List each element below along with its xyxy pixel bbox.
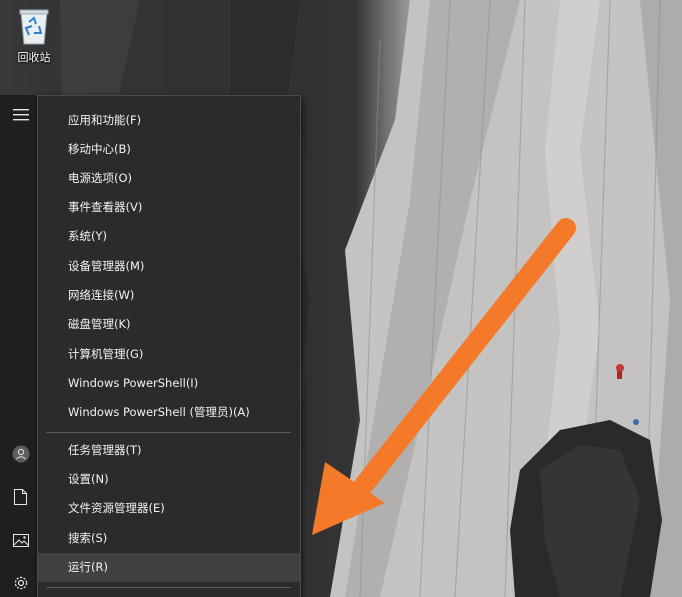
menu-item-powershell-admin[interactable]: Windows PowerShell (管理员)(A): [38, 398, 300, 427]
menu-item-mobility-center[interactable]: 移动中心(B): [38, 135, 300, 164]
documents-button[interactable]: [0, 477, 41, 517]
menu-separator: [46, 587, 291, 588]
menu-item-device-manager[interactable]: 设备管理器(M): [38, 252, 300, 281]
pictures-icon: [12, 533, 29, 547]
quick-link-menu: 应用和功能(F) 移动中心(B) 电源选项(O) 事件查看器(V) 系统(Y) …: [37, 95, 301, 597]
menu-item-disk-management[interactable]: 磁盘管理(K): [38, 310, 300, 339]
menu-item-network-connections[interactable]: 网络连接(W): [38, 281, 300, 310]
settings-button[interactable]: [0, 563, 41, 597]
menu-item-system[interactable]: 系统(Y): [38, 222, 300, 251]
menu-item-computer-management[interactable]: 计算机管理(G): [38, 340, 300, 369]
menu-item-apps-features[interactable]: 应用和功能(F): [38, 106, 300, 135]
document-icon: [14, 489, 27, 505]
recycle-bin-label: 回收站: [17, 51, 51, 64]
start-menu-rail: [0, 95, 41, 597]
menu-item-settings[interactable]: 设置(N): [38, 465, 300, 494]
hamburger-menu-button[interactable]: [0, 95, 41, 135]
menu-item-file-explorer[interactable]: 文件资源管理器(E): [38, 494, 300, 523]
menu-separator: [46, 432, 291, 433]
menu-item-event-viewer[interactable]: 事件查看器(V): [38, 193, 300, 222]
hamburger-menu-icon: [12, 109, 29, 121]
menu-item-power-options[interactable]: 电源选项(O): [38, 164, 300, 193]
recycle-bin-icon: [19, 9, 49, 45]
menu-item-search[interactable]: 搜索(S): [38, 524, 300, 553]
pictures-button[interactable]: [0, 520, 41, 560]
menu-item-powershell[interactable]: Windows PowerShell(I): [38, 369, 300, 398]
settings-icon: [14, 576, 27, 590]
menu-item-run[interactable]: 运行(R): [38, 553, 300, 582]
user-avatar-icon: [12, 445, 29, 463]
recycle-bin-shortcut[interactable]: 回收站: [6, 4, 62, 70]
user-account-button[interactable]: [0, 434, 41, 474]
menu-item-task-manager[interactable]: 任务管理器(T): [38, 436, 300, 465]
